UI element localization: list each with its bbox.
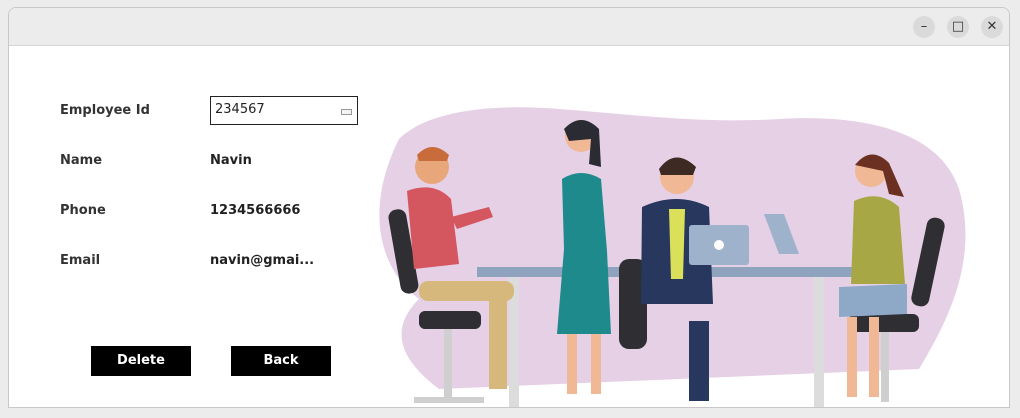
delete-button[interactable]: Delete (91, 346, 191, 376)
content-area: Employee Id 234567 Name Navin Phone 1234… (9, 46, 1009, 407)
maximize-button[interactable]: □ (947, 16, 969, 38)
employee-id-label: Employee Id (60, 103, 150, 118)
name-label: Name (60, 153, 103, 168)
employee-id-field[interactable]: 234567 (210, 96, 358, 125)
field-handle-icon (341, 109, 352, 115)
close-button[interactable]: ✕ (981, 16, 1003, 38)
name-value: Navin (210, 153, 252, 168)
office-team-meeting-illustration (379, 107, 966, 407)
back-button[interactable]: Back (231, 346, 331, 376)
phone-label: Phone (60, 203, 106, 218)
minimize-button[interactable]: – (913, 16, 935, 38)
title-bar: – □ ✕ (9, 8, 1009, 46)
app-window: – □ ✕ Employee Id 234567 Name Navin Phon… (8, 7, 1010, 408)
phone-value: 1234566666 (210, 203, 301, 218)
email-value: navin@gmai... (210, 253, 315, 268)
email-label: Email (60, 253, 101, 268)
employee-id-value: 234567 (215, 102, 265, 117)
